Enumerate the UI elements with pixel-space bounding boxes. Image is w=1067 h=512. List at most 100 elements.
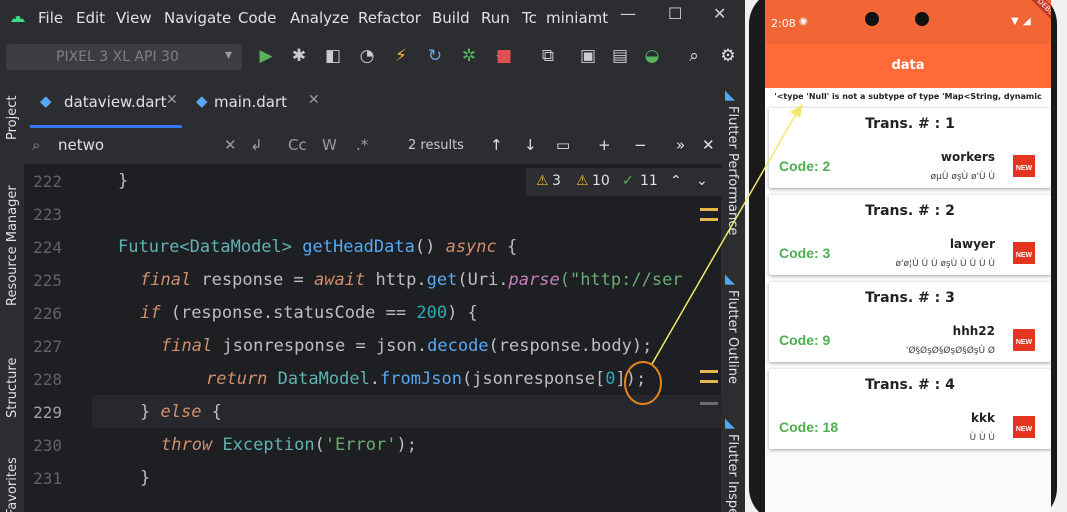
attach-debugger-icon[interactable]: ✲ bbox=[457, 44, 481, 68]
profile-icon[interactable]: ◧ bbox=[321, 44, 345, 68]
code-token: (Uri. bbox=[457, 270, 509, 290]
run-icon[interactable]: ▶ bbox=[254, 44, 278, 68]
scroll-marker[interactable] bbox=[700, 218, 718, 221]
flutter-outline-tool-button[interactable]: Flutter Outline bbox=[725, 290, 740, 400]
add-cursor-icon[interactable]: + bbox=[598, 136, 611, 154]
code-token: (response.body); bbox=[488, 336, 653, 356]
card-word: workers bbox=[940, 150, 995, 164]
list-item[interactable]: Trans. # : 3 Code: 9 hhh22 'Ø§ØşØ§ØşØ§Øş… bbox=[769, 282, 1051, 362]
app-bar-title: data bbox=[765, 44, 1051, 88]
hot-restart-icon[interactable]: ↻ bbox=[423, 44, 447, 68]
find-bar: ⌕ netwo ✕ ↲ Cc W .* 2 results ↑ ↓ ▭ + − … bbox=[24, 128, 721, 165]
phone-frame: 2:08 ◉ ▼ ◢ DEBUG data '<type 'Null' is n… bbox=[749, 0, 1057, 512]
favorites-tool-button[interactable]: Favorites bbox=[5, 456, 20, 512]
card-code: Code: 3 bbox=[779, 245, 831, 261]
project-tool-button[interactable]: Project bbox=[5, 84, 20, 140]
flutter-performance-tool-button[interactable]: Flutter Performance bbox=[725, 106, 740, 246]
structure-tool-button[interactable]: Structure bbox=[5, 348, 20, 418]
code-token: { bbox=[201, 402, 222, 422]
sync-icon[interactable]: ⧉ bbox=[536, 44, 560, 68]
search-icon: ⌕ bbox=[32, 136, 41, 154]
line-number: 225 bbox=[33, 271, 62, 290]
scroll-marker[interactable] bbox=[700, 370, 718, 373]
status-bar: 2:08 ◉ ▼ ◢ DEBUG bbox=[765, 0, 1051, 44]
whole-word-button[interactable]: W bbox=[322, 136, 337, 154]
tab-dataview[interactable]: ◆ dataview.dart ✕ bbox=[30, 76, 182, 128]
list-item[interactable]: Trans. # : 2 Code: 3 lawyer ø'ø¦Ù Ù Ù øş… bbox=[769, 195, 1051, 275]
chevron-up-icon[interactable]: ⌃ bbox=[670, 173, 682, 189]
arrow-down-icon[interactable]: ↓ bbox=[524, 136, 537, 154]
weak-warning-icon: ⚠ bbox=[576, 173, 589, 189]
close-find-icon[interactable]: ✕ bbox=[702, 136, 715, 154]
remove-cursor-icon[interactable]: − bbox=[634, 136, 647, 154]
settings-icon[interactable]: ⚙ bbox=[716, 44, 740, 68]
scroll-marker[interactable] bbox=[700, 380, 718, 383]
code-token: async bbox=[445, 237, 497, 257]
tab-main[interactable]: ◆ main.dart ✕ bbox=[190, 76, 320, 128]
stop-square-icon[interactable]: ■ bbox=[492, 44, 516, 68]
card-code: Code: 2 bbox=[779, 158, 831, 174]
menu-analyze[interactable]: Analyze bbox=[290, 9, 349, 27]
tab-label: main.dart bbox=[214, 93, 288, 111]
new-badge-icon: NEW bbox=[1013, 155, 1035, 177]
search-icon[interactable]: ⌕ bbox=[682, 44, 706, 68]
line-number: 231 bbox=[33, 469, 62, 488]
phone-screen[interactable]: 2:08 ◉ ▼ ◢ DEBUG data '<type 'Null' is n… bbox=[765, 0, 1051, 512]
inspection-widget[interactable]: ⚠ 3 ⚠ 10 ✓ 11 ⌃ ⌄ bbox=[526, 168, 722, 196]
menu-edit[interactable]: Edit bbox=[76, 9, 105, 27]
card-translation: Ù Ù Ù bbox=[969, 433, 995, 443]
debug-icon[interactable]: ✱ bbox=[287, 44, 311, 68]
code-token: ]); bbox=[615, 369, 647, 389]
chevron-down-icon: ▾ bbox=[224, 47, 232, 63]
arrow-up-icon[interactable]: ↑ bbox=[490, 136, 503, 154]
search-input[interactable]: netwo bbox=[58, 136, 104, 154]
match-case-button[interactable]: Cc bbox=[288, 136, 307, 154]
menu-code[interactable]: Code bbox=[238, 9, 276, 27]
list-item[interactable]: Trans. # : 1 Code: 2 workers øµÙ øşÙ ø'Ù… bbox=[769, 108, 1051, 188]
close-icon[interactable]: ✕ bbox=[308, 92, 320, 108]
line-number: 224 bbox=[33, 238, 62, 257]
hot-reload-icon[interactable]: ⚡ bbox=[389, 44, 413, 68]
menu-tools[interactable]: Tc bbox=[522, 9, 537, 27]
flutter-inspector-tool-button[interactable]: Flutter Inspector bbox=[725, 434, 740, 512]
maximize-button[interactable]: ☐ bbox=[668, 4, 682, 23]
avd-manager-icon[interactable]: ▣ bbox=[576, 44, 600, 68]
select-all-icon[interactable]: ▭ bbox=[556, 136, 570, 154]
speed-icon[interactable]: ◔ bbox=[355, 44, 379, 68]
code-token: (response.statusCode == bbox=[160, 303, 417, 323]
scroll-marker[interactable] bbox=[700, 208, 718, 211]
card-translation: øµÙ øşÙ ø'Ù Ù bbox=[930, 172, 995, 182]
more-icon[interactable]: » bbox=[676, 136, 685, 154]
editor-tabs: ◆ dataview.dart ✕ ◆ main.dart ✕ bbox=[24, 76, 745, 129]
code-token: . bbox=[369, 369, 381, 389]
close-icon[interactable]: ✕ bbox=[166, 92, 178, 108]
list-item[interactable]: Trans. # : 4 Code: 18 kkk Ù Ù Ù NEW bbox=[769, 369, 1051, 449]
flutter-icon: ◣ bbox=[725, 416, 735, 431]
close-button[interactable]: ✕ bbox=[713, 4, 726, 23]
menu-refactor[interactable]: Refactor bbox=[358, 9, 421, 27]
code-editor[interactable]: 222 223 224 225 226 227 228 229 230 231 … bbox=[24, 164, 722, 512]
scroll-marker[interactable] bbox=[700, 402, 718, 405]
line-number: 230 bbox=[33, 436, 62, 455]
code-token: <DataModel> bbox=[179, 237, 293, 257]
resource-manager-tool-button[interactable]: Resource Manager bbox=[5, 176, 20, 306]
menu-build[interactable]: Build bbox=[432, 9, 470, 27]
history-icon[interactable]: ↲ bbox=[250, 136, 263, 154]
clear-icon[interactable]: ✕ bbox=[224, 136, 237, 154]
code-line: throw Exception('Error'); bbox=[161, 435, 417, 455]
minimize-button[interactable]: — bbox=[620, 4, 636, 23]
code-line: } bbox=[140, 468, 150, 488]
menu-view[interactable]: View bbox=[116, 9, 152, 27]
sdk-manager-icon[interactable]: ▤ bbox=[608, 44, 632, 68]
android-icon[interactable]: ◒ bbox=[640, 44, 664, 68]
menu-run[interactable]: Run bbox=[481, 9, 510, 27]
menu-file[interactable]: File bbox=[38, 9, 63, 27]
device-selector[interactable]: PIXEL 3 XL API 30 ▾ bbox=[6, 44, 242, 70]
card-word: lawyer bbox=[949, 237, 995, 251]
menu-navigate[interactable]: Navigate bbox=[164, 9, 231, 27]
code-token: 'Error' bbox=[324, 435, 397, 455]
code-token: throw bbox=[161, 435, 213, 455]
left-tool-strip: Project Resource Manager Structure Favor… bbox=[0, 76, 24, 512]
chevron-down-icon[interactable]: ⌄ bbox=[696, 173, 708, 189]
regex-button[interactable]: .* bbox=[356, 136, 368, 154]
